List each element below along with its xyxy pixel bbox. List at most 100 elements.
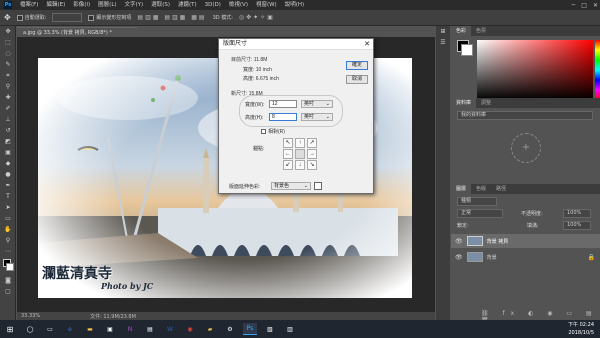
screen-mode-icon[interactable]: ▢ [0, 286, 16, 297]
menu-select[interactable]: 選取(S) [147, 0, 174, 10]
tab-paths[interactable]: 路徑 [491, 184, 511, 194]
menu-type[interactable]: 文字(Y) [121, 0, 148, 10]
layer-name[interactable]: 背景 拷貝 [487, 238, 509, 245]
settings-icon[interactable]: ⚙ [223, 323, 237, 335]
hand-icon[interactable]: ✋ [0, 224, 16, 235]
zoom-level[interactable]: 33.33% [21, 313, 40, 319]
tab-libraries[interactable]: 資料庫 [451, 98, 477, 108]
anchor-nw-icon[interactable]: ↖ [283, 138, 293, 148]
pen-icon[interactable]: ✒ [0, 180, 16, 191]
width-input[interactable]: 12 [269, 100, 297, 108]
eraser-icon[interactable]: ◩ [0, 136, 16, 147]
maximize-icon[interactable]: □ [581, 2, 587, 9]
auto-select-target[interactable] [52, 13, 83, 22]
onenote-icon[interactable]: N [123, 323, 137, 335]
hue-slider[interactable] [595, 40, 600, 100]
move-icon[interactable]: ✥ [0, 26, 16, 37]
file-explorer-icon[interactable]: ▬ [83, 323, 97, 335]
visibility-eye-icon[interactable]: 👁 [455, 254, 463, 261]
anchor-e-icon[interactable]: → [307, 149, 317, 159]
blend-mode-select[interactable]: 正常 [457, 209, 503, 218]
ok-button[interactable]: 確定 [346, 61, 368, 70]
library-select[interactable]: 我的資料庫 [457, 111, 593, 120]
taskbar-clock[interactable]: 下午 02:24 2018/10/5 [568, 320, 594, 338]
app-icon[interactable]: ▤ [143, 323, 157, 335]
layer-row-copy[interactable]: 👁 背景 拷貝 [451, 234, 600, 248]
dialog-close-icon[interactable]: ✕ [364, 39, 370, 50]
menu-layer[interactable]: 圖層(L) [94, 0, 120, 10]
close-icon[interactable]: ✕ [593, 2, 598, 9]
menu-help[interactable]: 說明(H) [281, 0, 308, 10]
menu-window[interactable]: 視窗(W) [252, 0, 281, 10]
add-library-icon[interactable]: + [511, 133, 541, 163]
windows-start-icon[interactable]: ⊞ [3, 323, 17, 335]
auto-select-checkbox[interactable] [16, 14, 23, 21]
fill-input[interactable]: 100% [563, 221, 591, 230]
history-icon[interactable]: ⊞ [436, 26, 450, 37]
menu-file[interactable]: 檔案(F) [16, 0, 42, 10]
tab-color[interactable]: 色彩 [451, 26, 472, 36]
tab-layers[interactable]: 圖層 [451, 184, 472, 194]
anchor-grid[interactable]: ↖ ↑ ↗ ← → ↙ ↓ ↘ [283, 138, 318, 170]
anchor-w-icon[interactable]: ← [283, 149, 293, 159]
anchor-ne-icon[interactable]: ↗ [307, 138, 317, 148]
tab-channels[interactable]: 色版 [471, 184, 491, 194]
document-tab[interactable]: a.jpg @ 33.3% (背景 拷貝, RGB/8*) * [17, 27, 137, 37]
menu-image[interactable]: 影像(I) [69, 0, 94, 10]
brush-icon[interactable]: ✐ [0, 103, 16, 114]
minimize-icon[interactable]: ─ [572, 2, 576, 9]
quick-mask-icon[interactable]: ◙ [0, 275, 16, 286]
history-brush-icon[interactable]: ↺ [0, 125, 16, 136]
shape-icon[interactable]: ▭ [0, 213, 16, 224]
height-input[interactable]: 8 [269, 113, 297, 121]
anchor-sw-icon[interactable]: ↙ [283, 160, 293, 170]
folder-icon[interactable]: ▰ [203, 323, 217, 335]
align-icons[interactable]: ▤▥▦ ▤▥▦ ▦▤ [137, 14, 206, 21]
layer-name[interactable]: 背景 [487, 254, 497, 261]
stamp-icon[interactable]: ⊥ [0, 114, 16, 125]
quick-select-icon[interactable]: ✎ [0, 59, 16, 70]
type-icon[interactable]: T [0, 191, 16, 202]
auto-select-option[interactable]: 自動選取: [16, 14, 46, 21]
visibility-eye-icon[interactable]: 👁 [455, 238, 463, 245]
menu-3d[interactable]: 3D(D) [201, 0, 225, 10]
zoom-icon[interactable]: ⚲ [0, 235, 16, 246]
dodge-icon[interactable]: ● [0, 169, 16, 180]
menu-edit[interactable]: 編輯(E) [42, 0, 69, 10]
app-icon-2[interactable]: ▥ [283, 323, 297, 335]
edge-icon[interactable]: e [63, 323, 77, 335]
color-picker-field[interactable] [477, 40, 593, 100]
anchor-center[interactable] [295, 149, 305, 159]
layer-filter-kind[interactable]: 種類 [457, 197, 497, 206]
photoshop-taskbar-icon[interactable]: Ps [243, 323, 257, 335]
word-icon[interactable]: W [163, 323, 177, 335]
anchor-n-icon[interactable]: ↑ [295, 138, 305, 148]
path-select-icon[interactable]: ➤ [0, 202, 16, 213]
3d-tools-icons[interactable]: ◎✥✦✧▣ [239, 14, 275, 21]
store-icon[interactable]: ▣ [103, 323, 117, 335]
crop-icon[interactable]: ⌗ [0, 70, 16, 81]
gradient-icon[interactable]: ▣ [0, 147, 16, 158]
anchor-se-icon[interactable]: ↘ [307, 160, 317, 170]
extension-color-swatch[interactable] [314, 182, 322, 190]
transform-option[interactable]: 顯示變形控制項 [88, 14, 131, 21]
anchor-s-icon[interactable]: ↓ [295, 160, 305, 170]
relative-checkbox[interactable] [261, 129, 266, 134]
menu-view[interactable]: 檢視(V) [225, 0, 252, 10]
width-unit-select[interactable]: 英吋 ⌄ [301, 100, 333, 108]
extension-color-select[interactable]: 背景色 ⌄ [271, 182, 311, 190]
lasso-icon[interactable]: ◌ [0, 48, 16, 59]
background-color[interactable] [461, 44, 473, 56]
chrome-icon[interactable]: ◉ [183, 323, 197, 335]
move-tool-icon[interactable]: ✥ [4, 13, 11, 22]
eyedropper-icon[interactable]: ⚲ [0, 81, 16, 92]
task-view-icon[interactable]: ▭ [43, 323, 57, 335]
height-unit-select[interactable]: 英吋 ⌄ [301, 113, 333, 121]
marquee-icon[interactable]: ⬚ [0, 37, 16, 48]
relative-option[interactable]: 相對(R) [261, 128, 285, 135]
photos-icon[interactable]: ▧ [263, 323, 277, 335]
properties-icon[interactable]: ☰ [436, 37, 450, 48]
color-swatches-icon[interactable] [0, 257, 16, 275]
opacity-input[interactable]: 100% [563, 209, 591, 218]
cancel-button[interactable]: 取消 [346, 75, 368, 84]
